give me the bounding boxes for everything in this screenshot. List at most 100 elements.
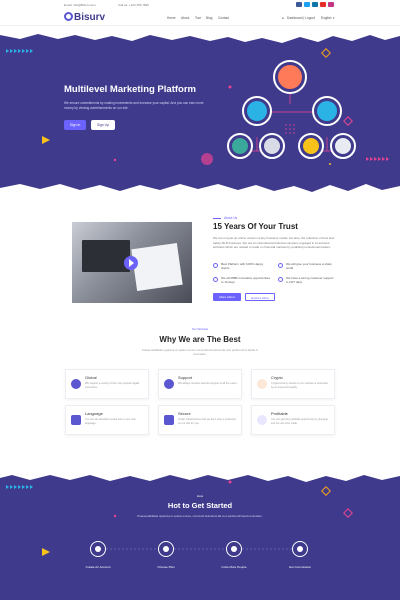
top-phone[interactable]: Call us: +123 456 7890 <box>118 3 149 7</box>
steps-label: How <box>196 494 203 498</box>
person-icon <box>247 101 267 121</box>
language-icon <box>71 415 81 425</box>
bitcoin-icon <box>257 379 267 389</box>
explore-more-button[interactable]: Explore More <box>245 293 275 301</box>
nav-tour[interactable]: Tour <box>195 16 201 20</box>
nav-home[interactable]: Home <box>167 16 176 20</box>
about-feature-1: Best Platform with 100% Happy clients <box>221 262 264 270</box>
person-icon <box>335 138 351 154</box>
paper-shape <box>131 243 183 291</box>
steps-title: Hot to Get Started <box>167 501 233 510</box>
logo-text: Bisurv <box>74 12 106 23</box>
more-about-button[interactable]: More About <box>213 293 241 301</box>
step-label-3: Invite More People <box>221 565 247 569</box>
card-title: Language <box>85 411 103 416</box>
person-icon <box>232 138 248 154</box>
language-select[interactable]: English <box>321 16 331 20</box>
card-desc: Under infrastructure that we don't stop … <box>178 418 237 425</box>
card-desc: You can do standard mutual site in your … <box>85 418 136 425</box>
about-text: We are not just an online version of any… <box>213 236 335 250</box>
account-links[interactable]: Dashboard | Logout <box>287 16 315 20</box>
steps-subtitle: Praesentabilitate upploma ut opians omne… <box>137 514 263 518</box>
bottom-decorations <box>0 470 400 556</box>
chevron-arrows-right <box>366 157 389 161</box>
youtube-icon[interactable] <box>320 2 326 7</box>
network-node-leaf-4 <box>330 133 356 159</box>
step-label-1: Create An Account <box>85 565 111 569</box>
about-feature-4: We have a strong customer support in 24/… <box>286 276 334 284</box>
about-label: About Us <box>224 216 238 220</box>
network-node-right <box>312 96 342 126</box>
nav-blog[interactable]: Blog <box>206 16 212 20</box>
top-email[interactable]: Email: info@Bisurv.com <box>64 3 96 7</box>
sign-up-button[interactable]: Sign Up <box>91 120 115 130</box>
network-node-left <box>242 96 272 126</box>
hero-title: Multilevel Marketing Platform <box>64 84 196 95</box>
about-feature-3: We will 888k innovative opportunities to… <box>221 276 271 284</box>
chevron-arrows-left <box>6 485 33 489</box>
nav-about[interactable]: About <box>181 16 189 20</box>
instagram-icon[interactable] <box>328 2 334 7</box>
step-label-4: Get Commission <box>288 565 312 569</box>
feature-card-secure[interactable]: Secure Under infrastructure that we don'… <box>158 405 242 435</box>
headset-icon <box>278 277 283 282</box>
create-account-step-icon <box>90 541 106 557</box>
network-node-leaf-2 <box>259 133 285 159</box>
feature-card-language[interactable]: Language You can do standard mutual site… <box>65 405 149 435</box>
card-title: Secure <box>178 411 191 416</box>
why-title: Why We are The Best <box>159 335 241 344</box>
network-node-leaf-1 <box>227 133 253 159</box>
feature-card-profitable[interactable]: Profitable You can get the profitable op… <box>251 405 335 435</box>
card-desc: Cryptocurrency levels on our website is … <box>271 382 328 389</box>
get-started-section: How Hot to Get Started Praesentabilitate… <box>0 470 400 600</box>
card-desc: We always remains favorite support to al… <box>178 382 238 385</box>
chart-icon <box>213 277 218 282</box>
main-header: Bisurv Home About Tour Blog Contact ● Da… <box>0 10 400 26</box>
dot-grid <box>285 124 295 134</box>
feature-card-support[interactable]: Support We always remains favorite suppo… <box>158 369 242 399</box>
network-node-leaf-3 <box>298 133 324 159</box>
feature-card-global[interactable]: Global We support a variety of the most … <box>65 369 149 399</box>
top-torn-edge <box>0 470 400 482</box>
money-icon <box>257 415 267 425</box>
person-icon <box>264 138 280 154</box>
laptop-shape <box>82 240 130 272</box>
choose-plan-step-icon <box>158 541 174 557</box>
why-label: Our Website <box>191 327 209 331</box>
top-bar: Email: info@Bisurv.com Call us: +123 456… <box>0 0 400 10</box>
step-label-2: Choose Plan <box>157 565 175 569</box>
twitter-icon[interactable] <box>304 2 310 7</box>
hero-section: Multilevel Marketing Platform We ensure … <box>0 26 400 198</box>
chevron-arrows-left <box>6 49 33 53</box>
lock-icon <box>164 415 174 425</box>
heart-icon <box>278 263 283 268</box>
label-line <box>213 218 221 219</box>
feature-card-crypto[interactable]: Crypto Cryptocurrency levels on our webs… <box>251 369 335 399</box>
diamond-pink <box>343 116 353 126</box>
facebook-icon[interactable] <box>296 2 302 7</box>
commission-step-icon <box>292 541 308 557</box>
hero-text: We ensure commitments by making investme… <box>64 101 204 110</box>
diamond-orange <box>321 48 331 58</box>
globe-icon <box>71 379 81 389</box>
nav-contact[interactable]: Contact <box>218 16 229 20</box>
check-icon <box>213 263 218 268</box>
user-icon: ● <box>282 16 284 20</box>
about-image <box>72 222 192 303</box>
chevron-down-icon[interactable]: ▾ <box>333 16 335 20</box>
support-icon <box>164 379 174 389</box>
diamond-pink <box>343 508 353 518</box>
play-icon <box>129 259 134 267</box>
sign-in-button[interactable]: Sign In <box>64 120 86 130</box>
person-icon <box>278 65 302 89</box>
card-desc: We support a variety of the most popular… <box>85 382 140 389</box>
about-title: 15 Years Of Your Trust <box>213 222 298 231</box>
top-torn-edge <box>0 26 400 43</box>
site-logo[interactable]: Bisurv <box>64 12 105 23</box>
linkedin-icon[interactable] <box>312 2 318 7</box>
invite-people-step-icon <box>226 541 242 557</box>
bottom-torn-edge <box>0 184 400 198</box>
why-subtitle: Praesentabilitate upploma ut opians omne… <box>142 348 258 356</box>
play-button[interactable] <box>124 256 138 270</box>
card-desc: You can get the profitable opportunity b… <box>271 418 328 425</box>
